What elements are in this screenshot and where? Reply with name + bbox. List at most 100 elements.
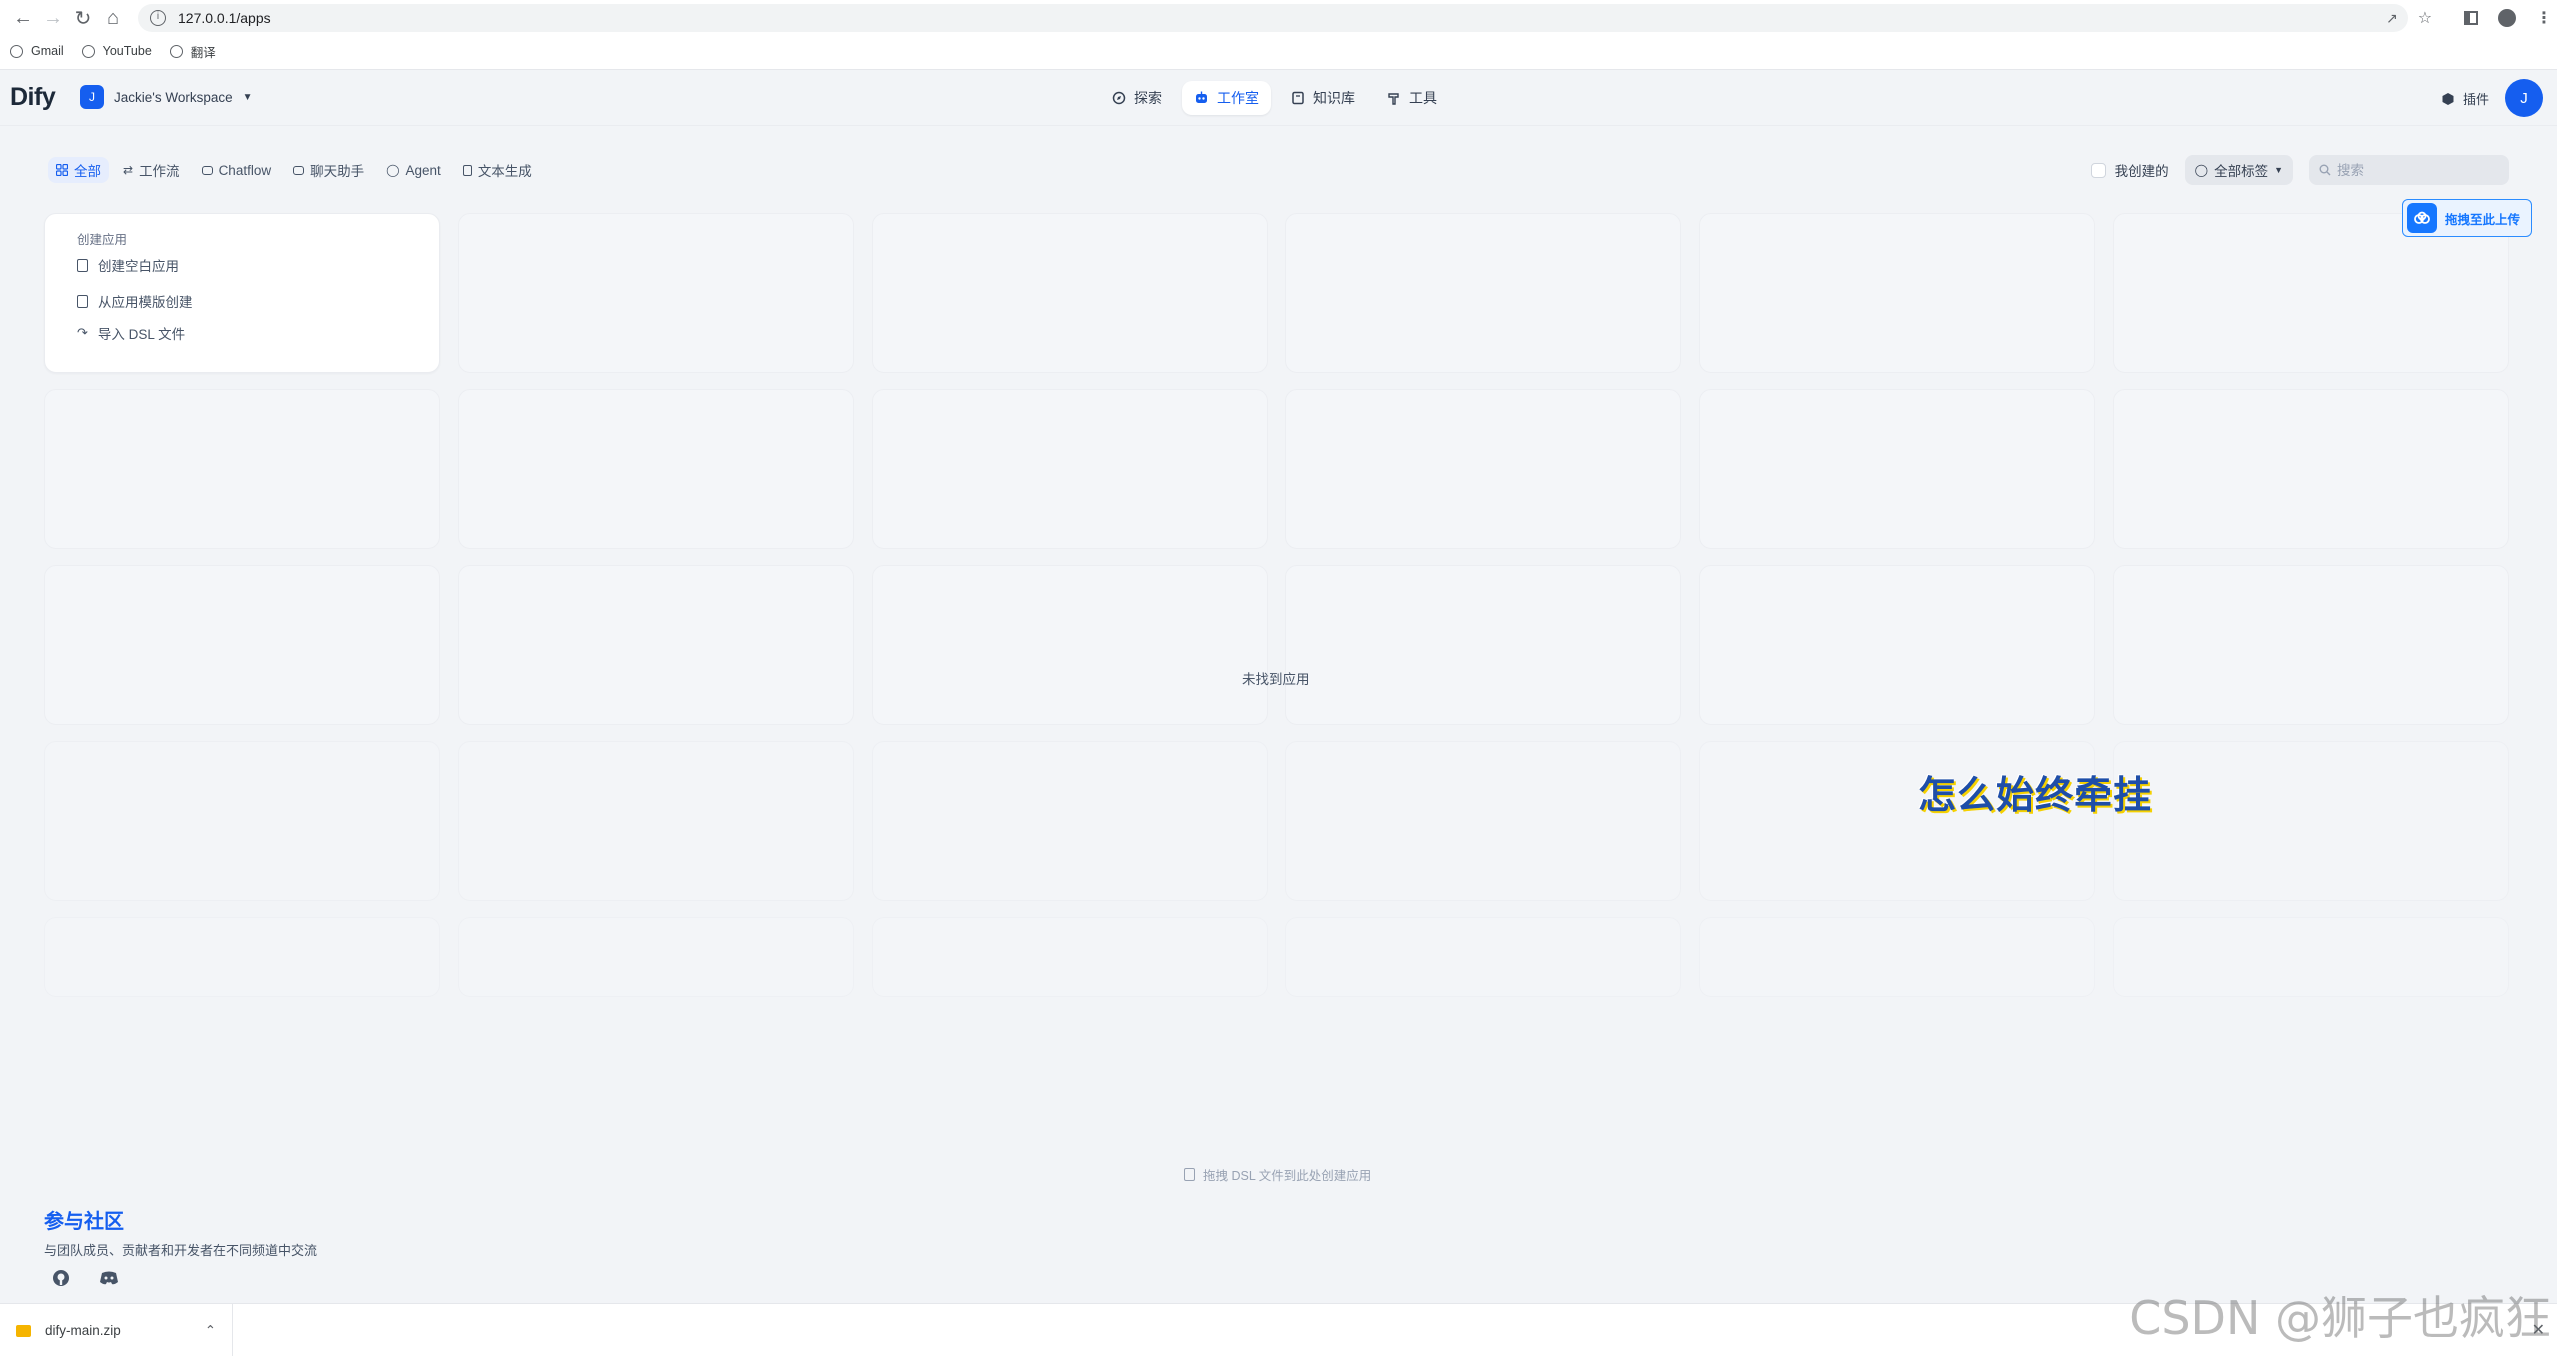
menu-icon[interactable]: ⋮ [2536,8,2552,28]
sidepanel-icon[interactable] [2464,11,2478,25]
right-filters: 我创建的 ◯ 全部标签 ▼ [2090,155,2509,185]
empty-message: 未找到应用 [1242,672,1310,687]
tab-workflow[interactable]: ⇄ 工作流 [115,157,188,183]
social-links [50,1267,120,1289]
chevron-down-icon: ▼ [242,91,253,103]
app-card-placeholder [1699,917,2095,997]
message-icon [293,165,305,175]
download-item[interactable]: dify-main.zip ⌃ [0,1304,233,1356]
tab-chatflow[interactable]: Chatflow [194,157,280,183]
zip-file-icon [16,1324,31,1337]
url-text[interactable]: 127.0.0.1/apps [178,10,271,26]
drag-upload-widget[interactable]: 拖拽至此上传 [2402,199,2532,237]
user-avatar[interactable]: J [2505,79,2543,117]
app-card-placeholder [458,917,854,997]
app-card-placeholder [458,741,854,901]
create-app-title: 创建应用 [77,233,128,247]
chevron-up-icon[interactable]: ⌃ [205,1323,216,1339]
app-card-placeholder [2113,565,2509,725]
checkbox-box[interactable] [2090,162,2106,178]
dify-logo[interactable]: Dify [10,83,56,112]
github-icon[interactable] [50,1267,72,1289]
workspace-avatar: J [80,85,104,109]
main-nav: 探索 工作室 知识库 工具 [1100,81,1449,115]
app-card-placeholder [458,389,854,549]
watermark: CSDN @狮子也疯狂 [2129,1291,2551,1345]
search-icon [2319,164,2331,176]
bookmark-translate[interactable]: 翻译 [169,42,216,61]
app-card-placeholder [872,917,1268,997]
app-card-placeholder [1699,389,2095,549]
cloud-upload-icon [2407,203,2437,233]
nav-tools[interactable]: 工具 [1375,81,1449,115]
back-icon[interactable]: ← [8,3,38,33]
tab-chatbot[interactable]: 聊天助手 [285,157,372,183]
reload-icon[interactable]: ↻ [68,3,98,33]
home-icon[interactable]: ⌂ [98,3,128,33]
file-drop-icon [1184,1168,1195,1181]
app-card-placeholder [1285,389,1681,549]
robot-icon [1196,91,1207,103]
chat-bubble-icon [201,165,213,175]
created-by-me-checkbox[interactable]: 我创建的 [2090,160,2169,180]
bookmark-gmail[interactable]: Gmail [10,44,64,58]
tab-agent[interactable]: ◯ Agent [378,157,449,183]
app-card-placeholder [1699,565,2095,725]
overlay-caption: 怎么始终牵挂 [1918,773,2153,817]
app-card-placeholder [2113,917,2509,997]
search-input[interactable] [2337,162,2497,178]
tag-icon: ◯ [2194,163,2209,177]
compass-icon [1112,91,1126,105]
template-icon [77,294,88,308]
tag-filter-select[interactable]: ◯ 全部标签 ▼ [2184,155,2293,185]
import-dsl-file[interactable]: ↷ 导入 DSL 文件 [77,323,185,343]
workspace-name: Jackie's Workspace [114,89,233,105]
close-icon[interactable]: ✕ [2532,1320,2545,1340]
app-header: Dify J Jackie's Workspace ▼ 探索 工作室 知识库 工… [0,70,2557,126]
book-icon [1292,91,1304,105]
tab-completion[interactable]: 文本生成 [455,157,540,183]
app-card-placeholder [2113,213,2509,373]
address-bar[interactable]: i 127.0.0.1/apps [138,4,2408,32]
drop-dsl-hint: 拖拽 DSL 文件到此处创建应用 [1184,1165,1371,1184]
chevron-down-icon: ▼ [2274,165,2283,175]
app-card-placeholder [458,213,854,373]
app-card-placeholder [44,741,440,901]
nav-explore[interactable]: 探索 [1100,81,1174,115]
create-blank-app[interactable]: 创建空白应用 [77,255,179,275]
tab-all[interactable]: 全部 [48,157,109,183]
browser-actions: ⋮ [2464,4,2552,32]
address-actions: ↗ ☆ [2386,4,2432,32]
globe-icon [169,44,183,58]
search-box[interactable] [2309,155,2509,185]
nav-studio[interactable]: 工作室 [1182,81,1271,115]
app-card-placeholder [2113,741,2509,901]
document-icon [462,164,472,176]
create-app-card: 创建应用 创建空白应用 从应用模版创建 ↷ 导入 DSL 文件 [44,213,440,373]
app-card-placeholder [2113,389,2509,549]
app-card-placeholder [872,565,1268,725]
app-type-tabs: 全部 ⇄ 工作流 Chatflow 聊天助手 ◯ Agent 文本生成 [48,157,540,183]
app-card-placeholder [1285,565,1681,725]
grid-icon [56,164,68,176]
app-card-placeholder [872,213,1268,373]
bookmark-youtube[interactable]: YouTube [81,44,152,58]
bookmark-star-icon[interactable]: ☆ [2418,8,2432,28]
forward-icon[interactable]: → [38,3,68,33]
share-icon[interactable]: ↗ [2386,10,2398,27]
import-icon: ↷ [77,325,88,340]
globe-icon [81,44,95,58]
workflow-icon: ⇄ [123,163,134,177]
app-card-placeholder [44,389,440,549]
site-info-icon[interactable]: i [150,10,166,26]
create-from-template[interactable]: 从应用模版创建 [77,291,193,311]
plugin-button[interactable]: 插件 [2441,89,2489,108]
discord-icon[interactable] [98,1267,120,1289]
browser-toolbar: ← → ↻ ⌂ i 127.0.0.1/apps ↗ ☆ ⋮ Gmail You… [0,0,2557,70]
nav-knowledge[interactable]: 知识库 [1279,81,1367,115]
agent-icon: ◯ [386,163,400,177]
workspace-switcher[interactable]: J Jackie's Workspace ▼ [80,85,253,109]
app-card-placeholder [1285,213,1681,373]
globe-icon [10,44,23,58]
profile-icon[interactable] [2498,9,2516,27]
